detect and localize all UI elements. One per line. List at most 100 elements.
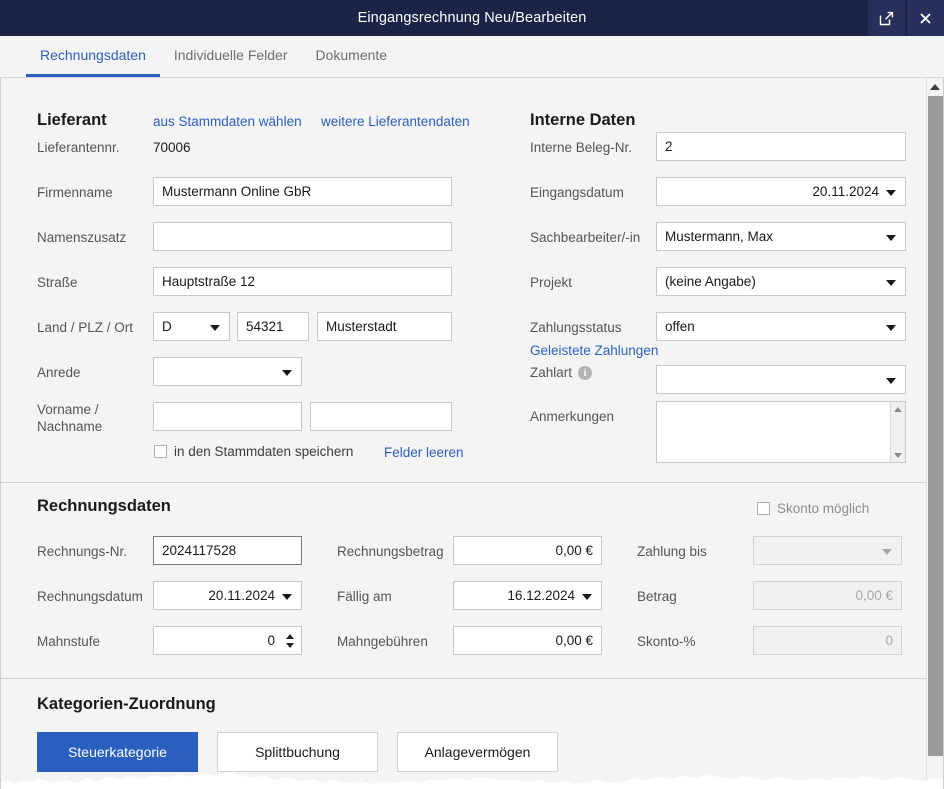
input-nachname[interactable] <box>310 402 452 431</box>
select-anrede[interactable] <box>153 357 302 386</box>
link-weitere-lieferantendaten[interactable]: weitere Lieferantendaten <box>321 114 470 129</box>
label-strasse: Straße <box>37 275 78 290</box>
chevron-down-icon <box>886 189 896 196</box>
label-land-plz-ort: Land / PLZ / Ort <box>37 320 134 335</box>
input-mahnstufe-value: 0 <box>267 633 275 648</box>
open-in-new-window-icon <box>879 11 894 26</box>
scroll-up-button[interactable] <box>891 402 905 416</box>
input-strasse[interactable]: Hauptstraße 12 <box>153 267 452 296</box>
input-rechnungsbetrag[interactable]: 0,00 € <box>453 536 602 565</box>
vertical-scrollbar[interactable] <box>926 78 943 789</box>
label-zahlungsstatus: Zahlungsstatus <box>530 320 622 335</box>
label-lieferantennr: Lieferantennr. <box>37 140 120 155</box>
label-interne-beleg-nr: Interne Beleg-Nr. <box>530 140 633 155</box>
checkbox-label: in den Stammdaten speichern <box>174 444 354 459</box>
label-zahlart-group: Zahlart i <box>530 365 593 382</box>
spinner-buttons[interactable] <box>286 633 294 648</box>
chevron-down-icon <box>886 234 896 241</box>
select-sachbearbeiter[interactable]: Mustermann, Max <box>656 222 906 251</box>
input-firmenname[interactable]: Mustermann Online GbR <box>153 177 452 206</box>
select-zahlart[interactable] <box>656 365 906 394</box>
close-button[interactable] <box>907 0 944 36</box>
tab-label: Dokumente <box>315 47 388 63</box>
label-namenszusatz: Namenszusatz <box>37 230 127 245</box>
title-bar: Eingangsrechnung Neu/Bearbeiten <box>0 0 944 36</box>
dialog-content: Lieferant aus Stammdaten wählen weitere … <box>0 78 944 789</box>
value-lieferantennr: 70006 <box>153 140 191 155</box>
scrollbar-up-button[interactable] <box>927 78 943 95</box>
section-categories: Kategorien-Zuordnung Steuerkategorie Spl… <box>1 679 926 789</box>
input-namenszusatz[interactable] <box>153 222 452 251</box>
textarea-scrollbar[interactable] <box>890 402 905 462</box>
label-rechnungsbetrag: Rechnungsbetrag <box>337 544 444 559</box>
window-controls <box>868 0 944 36</box>
checkbox-in-den-stammdaten-speichern[interactable]: in den Stammdaten speichern <box>154 444 353 459</box>
label-anrede: Anrede <box>37 365 81 380</box>
select-rechnungsdatum-value: 20.11.2024 <box>208 588 275 603</box>
input-rechnungs-nr[interactable]: 2024117528 <box>153 536 302 565</box>
chevron-down-icon <box>210 324 220 331</box>
select-land[interactable]: D <box>153 312 230 341</box>
input-skonto-betrag: 0,00 € <box>753 581 902 610</box>
tab-rechnungsdaten[interactable]: Rechnungsdaten <box>26 36 160 77</box>
select-rechnungsdatum[interactable]: 20.11.2024 <box>153 581 302 610</box>
select-projekt-value: (keine Angabe) <box>665 274 756 289</box>
category-tab-steuerkategorie[interactable]: Steuerkategorie <box>37 732 198 772</box>
tab-dokumente[interactable]: Dokumente <box>302 36 402 77</box>
select-zahlungsstatus-value: offen <box>665 319 695 334</box>
select-eingangsdatum[interactable]: 20.11.2024 <box>656 177 906 206</box>
invoice-heading: Rechnungsdaten <box>37 497 171 515</box>
label-skonto-betrag: Betrag <box>637 589 677 604</box>
label-firmenname: Firmenname <box>37 185 113 200</box>
info-icon[interactable]: i <box>578 366 593 381</box>
scroll-pane: Lieferant aus Stammdaten wählen weitere … <box>1 78 926 789</box>
label-zahlart: Zahlart <box>530 365 573 380</box>
select-faellig-am[interactable]: 16.12.2024 <box>453 581 602 610</box>
label-faellig-am: Fällig am <box>337 589 392 604</box>
scroll-down-arrow-icon <box>894 452 902 458</box>
window-title: Eingangsrechnung Neu/Bearbeiten <box>357 10 587 26</box>
section-supplier-internal: Lieferant aus Stammdaten wählen weitere … <box>1 78 926 482</box>
category-tab-label: Steuerkategorie <box>68 744 167 760</box>
section-invoice-data: Rechnungsdaten Skonto möglich Rechnungs-… <box>1 483 926 678</box>
scroll-down-button[interactable] <box>891 448 905 462</box>
label-sachbearbeiter: Sachbearbeiter/-in <box>530 230 641 245</box>
link-geleistete-zahlungen[interactable]: Geleistete Zahlungen <box>530 343 658 358</box>
link-aus-stammdaten-waehlen[interactable]: aus Stammdaten wählen <box>153 114 302 129</box>
input-mahnstufe[interactable]: 0 <box>153 626 302 655</box>
label-zahlung-bis: Zahlung bis <box>637 544 707 559</box>
label-projekt: Projekt <box>530 275 573 290</box>
select-eingangsdatum-value: 20.11.2024 <box>812 184 879 199</box>
spinner-up-icon[interactable] <box>286 633 294 639</box>
spinner-down-icon[interactable] <box>286 642 294 648</box>
checkbox-box <box>757 502 770 515</box>
textarea-anmerkungen[interactable] <box>656 401 906 463</box>
chevron-down-icon <box>882 548 892 555</box>
tab-bar: Rechnungsdaten Individuelle Felder Dokum… <box>0 36 944 78</box>
input-ort[interactable]: Musterstadt <box>317 312 452 341</box>
tab-individuelle-felder[interactable]: Individuelle Felder <box>160 36 302 77</box>
category-tab-label: Splittbuchung <box>255 744 340 760</box>
input-mahngebuehren[interactable]: 0,00 € <box>453 626 602 655</box>
chevron-down-icon <box>282 369 292 376</box>
category-tab-bar: Steuerkategorie Splittbuchung Anlageverm… <box>37 732 558 772</box>
checkbox-label: Skonto möglich <box>777 501 870 516</box>
chevron-down-icon <box>886 377 896 384</box>
textarea-anmerkungen-value <box>657 402 905 410</box>
scrollbar-thumb[interactable] <box>928 96 943 756</box>
category-tab-splittbuchung[interactable]: Splittbuchung <box>217 732 378 772</box>
select-projekt[interactable]: (keine Angabe) <box>656 267 906 296</box>
input-interne-beleg-nr[interactable]: 2 <box>656 132 906 161</box>
tab-label: Individuelle Felder <box>173 47 288 63</box>
category-tab-anlagevermoegen[interactable]: Anlagevermögen <box>397 732 558 772</box>
internal-heading: Interne Daten <box>530 111 636 129</box>
select-zahlungsstatus[interactable]: offen <box>656 312 906 341</box>
input-vorname[interactable] <box>153 402 302 431</box>
supplier-heading: Lieferant <box>37 111 107 129</box>
popout-button[interactable] <box>868 0 905 36</box>
input-plz[interactable]: 54321 <box>237 312 309 341</box>
checkbox-skonto-moeglich[interactable]: Skonto möglich <box>757 501 869 516</box>
label-vorname-nachname: Vorname / Nachname <box>37 402 103 434</box>
label-mahnstufe: Mahnstufe <box>37 634 101 649</box>
link-felder-leeren[interactable]: Felder leeren <box>384 445 464 460</box>
